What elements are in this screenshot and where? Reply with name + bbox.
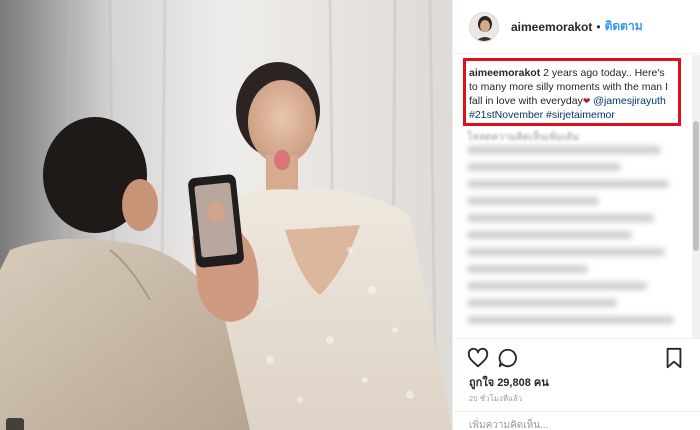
- avatar[interactable]: [469, 11, 499, 42]
- photo-illustration: [0, 0, 452, 430]
- blurred-comment-line: [467, 265, 588, 273]
- add-comment-input[interactable]: เพิ่มความคิดเห็น...: [453, 411, 700, 430]
- header-username[interactable]: aimeemorakot: [511, 20, 592, 34]
- blurred-comment-line: [467, 197, 599, 205]
- blurred-comment-line: [467, 180, 670, 188]
- caption-username[interactable]: aimeemorakot: [469, 67, 540, 79]
- follow-button[interactable]: ติดตาม: [605, 17, 643, 36]
- bookmark-icon[interactable]: [663, 347, 685, 369]
- blurred-comment-line: [467, 248, 665, 256]
- scrollbar-thumb[interactable]: [693, 121, 699, 251]
- separator-dot: •: [596, 19, 601, 34]
- blurred-comment-line: [467, 163, 621, 171]
- action-buttons: [467, 347, 687, 371]
- blurred-comments: [467, 146, 687, 338]
- caption-hashtag[interactable]: #sirjetaimemor: [546, 109, 615, 121]
- blurred-comment-line: [467, 146, 661, 154]
- likes-count[interactable]: ถูกใจ 29,808 คน: [469, 373, 549, 391]
- post-timestamp: 20 ชั่วโมงที่แล้ว: [469, 394, 523, 403]
- caption-mention[interactable]: @jamesjirayuth: [593, 95, 666, 107]
- post-side-panel: aimeemorakot • ติดตาม aimeemorakot 2 yea…: [452, 0, 700, 430]
- heart-emoji: ❤: [582, 96, 591, 106]
- caption-hashtag[interactable]: #21stNovember: [469, 109, 543, 121]
- blurred-comment-line: [467, 316, 674, 324]
- comment-bubble-icon[interactable]: [497, 347, 519, 369]
- caption: aimeemorakot 2 years ago today.. Here's …: [463, 58, 681, 126]
- blurred-comment-line: [467, 299, 617, 307]
- load-more-comments[interactable]: โหลดความคิดเห็นเพิ่มเติม: [467, 130, 579, 145]
- blurred-comment-line: [467, 214, 654, 222]
- post-photo: [0, 0, 452, 430]
- post-header: aimeemorakot • ติดตาม: [453, 0, 700, 54]
- comments-scrollbar[interactable]: [692, 55, 700, 338]
- post-actions: ถูกใจ 29,808 คน 20 ชั่วโมงที่แล้ว เพิ่มค…: [453, 338, 700, 430]
- heart-outline-icon[interactable]: [467, 347, 489, 369]
- blurred-comment-line: [467, 282, 648, 290]
- avatar-image: [470, 12, 498, 41]
- blurred-comment-line: [467, 231, 632, 239]
